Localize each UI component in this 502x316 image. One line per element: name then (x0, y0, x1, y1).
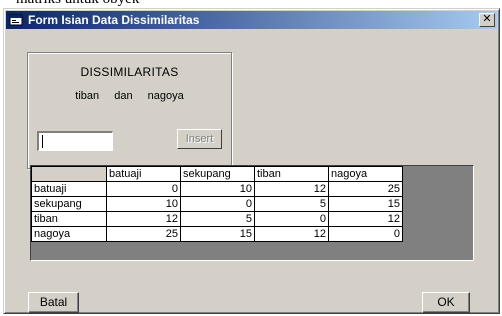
grid-column-header: tiban (254, 166, 329, 182)
grid-cell[interactable]: 12 (254, 181, 329, 197)
group-title: DISSIMILARITAS (80, 65, 179, 79)
grid-row-header: sekupang (31, 196, 107, 212)
close-icon: ✕ (482, 13, 492, 25)
pair-connector: dan (114, 90, 133, 102)
grid-header-row: batuaji sekupang tiban nagoya (31, 166, 403, 182)
grid-corner-cell (31, 166, 107, 182)
grid-cell[interactable]: 12 (254, 226, 329, 242)
grid-cell[interactable]: 12 (106, 211, 181, 227)
form-icon (9, 14, 23, 26)
grid-cell[interactable]: 10 (180, 181, 255, 197)
grid-row-header: batuaji (31, 181, 107, 197)
grid-row-header: tiban (31, 211, 107, 227)
grid-cell[interactable]: 25 (328, 181, 403, 197)
grid-column-header: nagoya (328, 166, 403, 182)
grid-cell[interactable]: 0 (328, 226, 403, 242)
grid-cell[interactable]: 10 (106, 196, 181, 212)
title-bar[interactable]: Form Isian Data Dissimilaritas ✕ (6, 11, 497, 29)
dissimilarity-grid[interactable]: batuaji sekupang tiban nagoya batuaji 0 10 12 25… (30, 165, 474, 261)
dissimilarity-group: DISSIMILARITAS tiban dan nagoya Insert (27, 52, 232, 169)
grid-cell[interactable]: 15 (328, 196, 403, 212)
dissimilarity-input[interactable] (37, 131, 113, 151)
batal-button[interactable]: Batal (28, 292, 79, 313)
pair-name-a: tiban (75, 90, 100, 102)
pair-label: tiban dan nagoya (28, 90, 231, 102)
grid-cell[interactable]: 0 (254, 211, 329, 227)
pair-name-b: nagoya (147, 90, 184, 102)
grid-column-header: sekupang (180, 166, 255, 182)
grid-row: nagoya 25 15 12 0 (31, 226, 403, 242)
grid-row: tiban 12 5 0 12 (31, 211, 403, 227)
grid-cell[interactable]: 5 (180, 211, 255, 227)
window-title: Form Isian Data Dissimilaritas (28, 13, 200, 27)
grid-cell[interactable]: 0 (180, 196, 255, 212)
grid-row: batuaji 0 10 12 25 (31, 181, 403, 197)
background-caption: matriks untuk obyek (16, 0, 139, 8)
grid-cell[interactable]: 12 (328, 211, 403, 227)
grid-row: sekupang 10 0 5 15 (31, 196, 403, 212)
text-caret (42, 135, 43, 148)
grid-column-header: batuaji (106, 166, 181, 182)
close-button[interactable]: ✕ (479, 13, 495, 27)
dialog-window: Form Isian Data Dissimilaritas ✕ DISSIMI… (3, 8, 500, 314)
insert-button[interactable]: Insert (177, 129, 222, 149)
ok-button[interactable]: OK (422, 292, 470, 313)
grid-row-header: nagoya (31, 226, 107, 242)
grid-cell[interactable]: 5 (254, 196, 329, 212)
grid-table: batuaji sekupang tiban nagoya batuaji 0 10 12 25… (31, 166, 403, 242)
grid-cell[interactable]: 25 (106, 226, 181, 242)
grid-cell[interactable]: 0 (106, 181, 181, 197)
grid-cell[interactable]: 15 (180, 226, 255, 242)
